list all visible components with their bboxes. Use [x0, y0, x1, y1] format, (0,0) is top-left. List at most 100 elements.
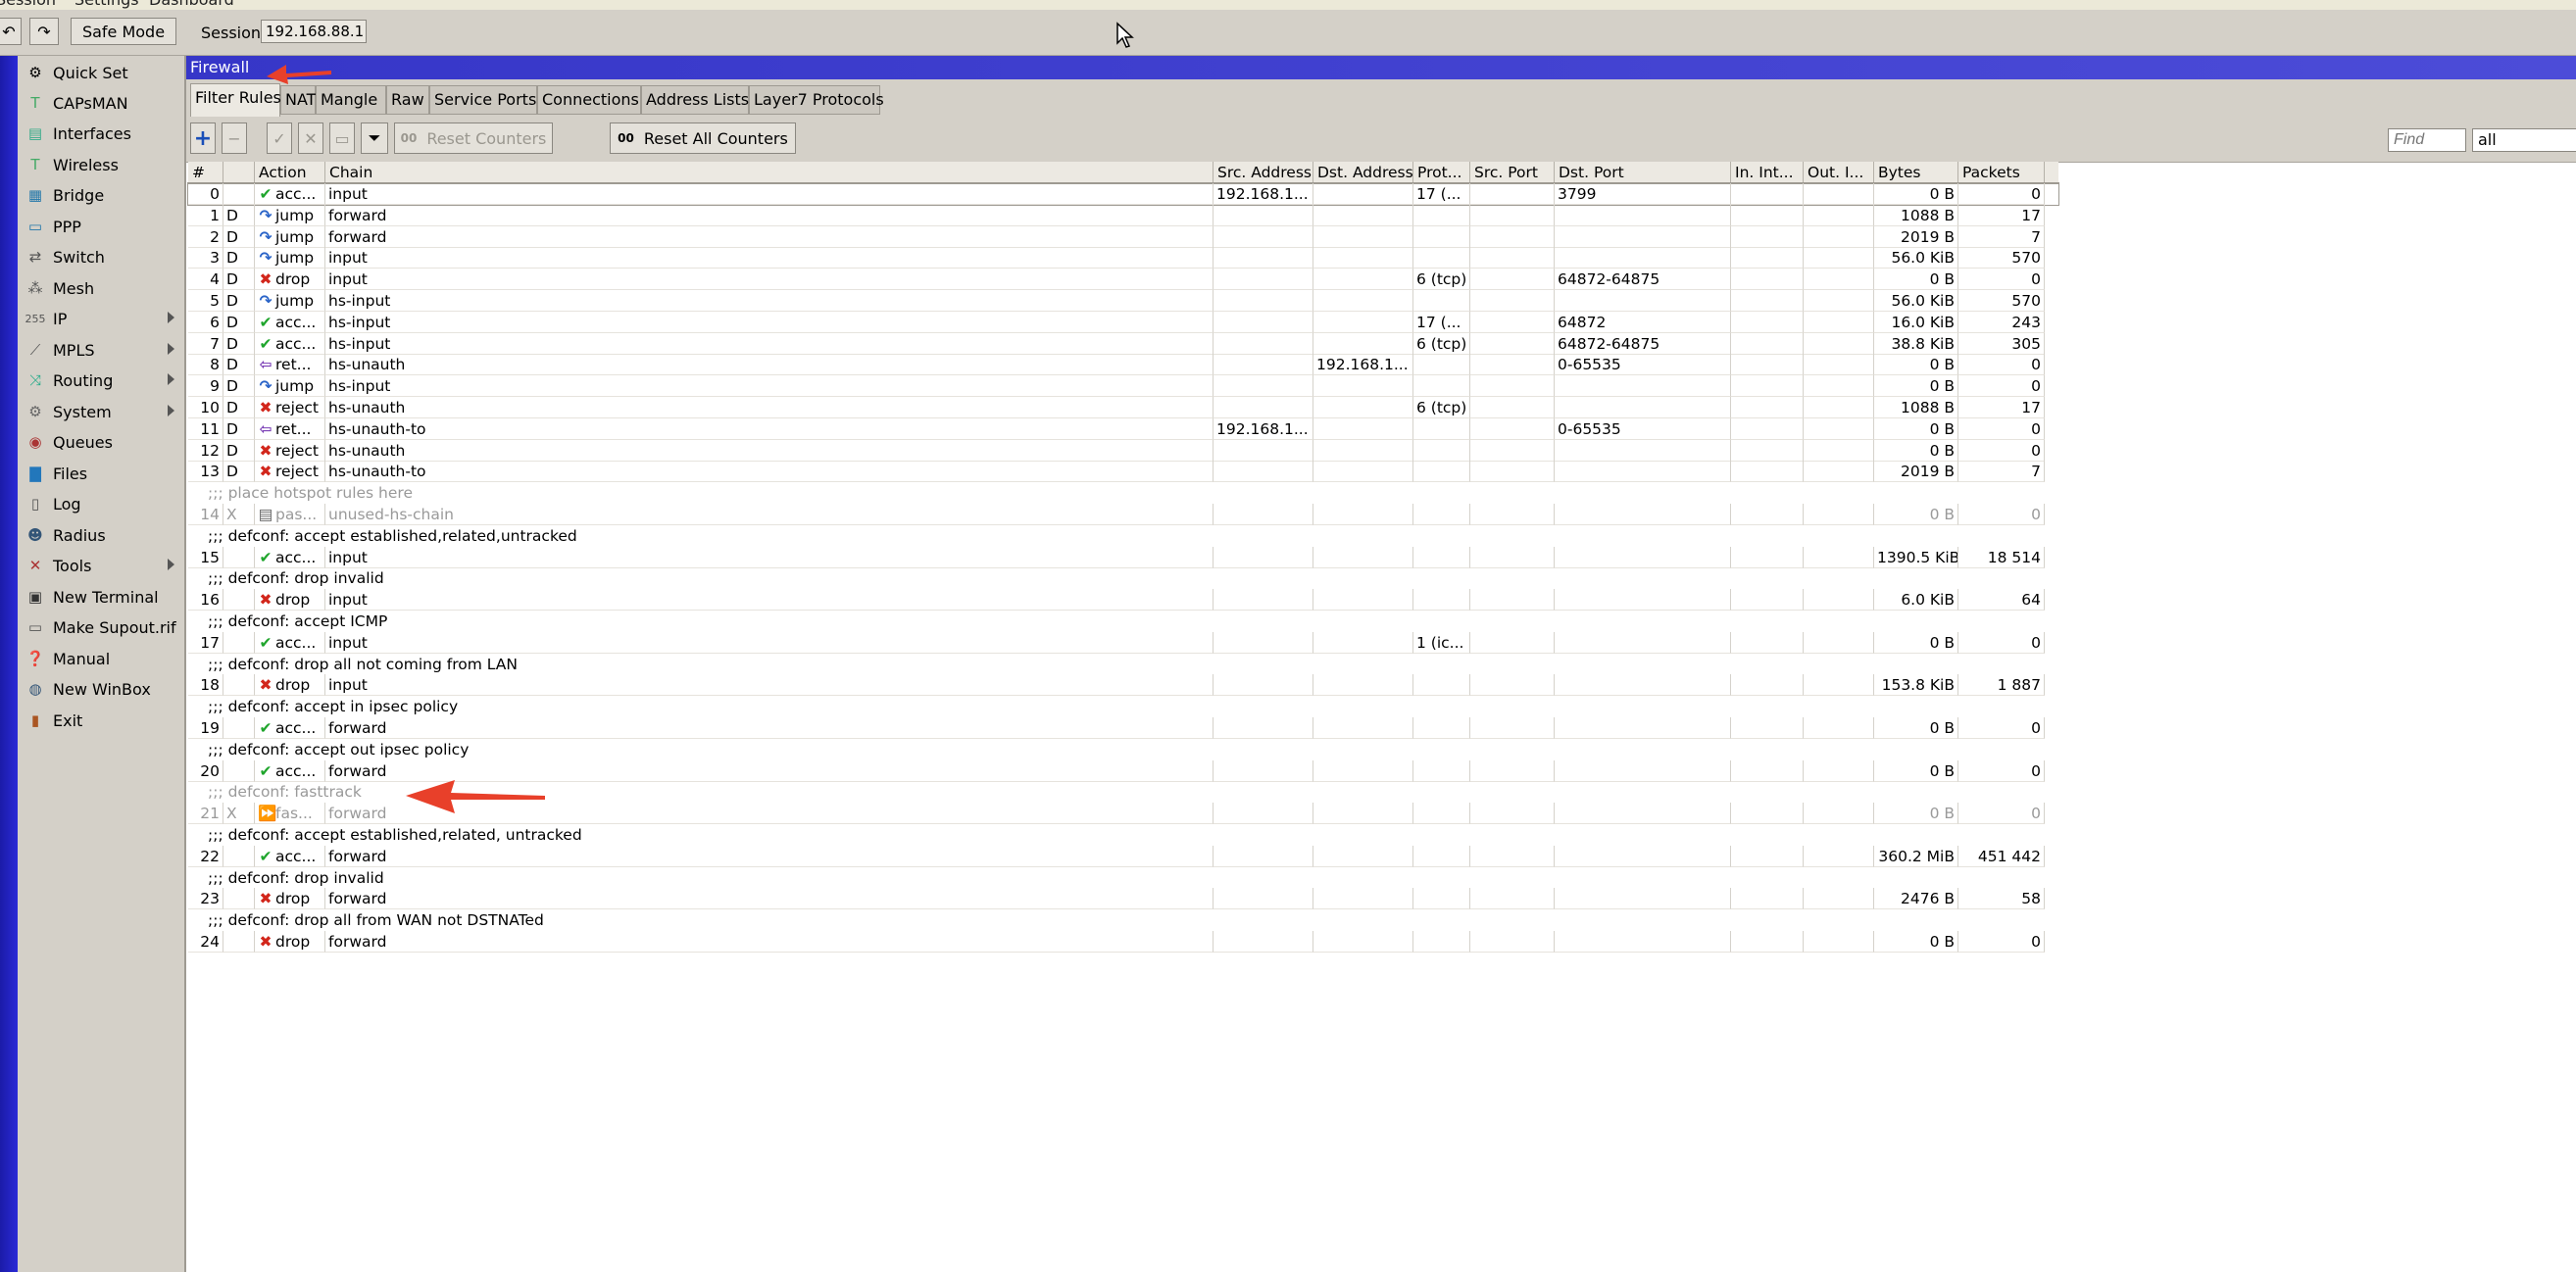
comment-row[interactable]: ;;; place hotspot rules here: [188, 482, 2058, 504]
col-packets[interactable]: Packets: [1958, 162, 2045, 183]
sidebar-item-files[interactable]: ▇ Files: [18, 459, 184, 488]
table-row[interactable]: 3 D ↷ jump input 56.0 KiB 570: [188, 247, 2058, 269]
comment-row[interactable]: ;;; defconf: accept ICMP: [188, 611, 2058, 632]
col-out-interface[interactable]: Out. I...: [1804, 162, 1874, 183]
sidebar-item-wireless[interactable]: T Wireless: [18, 150, 184, 179]
col-protocol[interactable]: Prot...: [1413, 162, 1470, 183]
col-bytes[interactable]: Bytes: [1874, 162, 1958, 183]
comment-row[interactable]: ;;; defconf: accept in ipsec policy: [188, 696, 2058, 717]
table-row[interactable]: 10 D ✖ reject hs-unauth 6 (tcp) 1088 B 17: [188, 397, 2058, 418]
session-field[interactable]: 192.168.88.1: [261, 20, 367, 43]
tab-address-lists[interactable]: Address Lists: [641, 85, 749, 115]
comment-row[interactable]: ;;; defconf: drop invalid: [188, 867, 2058, 889]
table-row[interactable]: 24 ✖ drop forward 0 B0: [188, 931, 2058, 953]
col-in-interface[interactable]: In. Int...: [1731, 162, 1804, 183]
table-row[interactable]: 6 D ✔ acc... hs-input 17 (... 64872 16.0 KiB 243: [188, 311, 2058, 333]
table-header: # Action Chain Src. Address Dst. Address…: [188, 162, 2058, 184]
menu-settings[interactable]: Settings: [74, 0, 139, 9]
sidebar-item-system[interactable]: ⚙ System: [18, 397, 184, 426]
enable-button[interactable]: ✓: [267, 122, 292, 154]
tab-filter-rules[interactable]: Filter Rules: [190, 83, 281, 117]
sidebar-item-new-winbox[interactable]: ◍ New WinBox: [18, 674, 184, 704]
tab-nat[interactable]: NAT: [280, 85, 316, 115]
sidebar-item-queues[interactable]: ◉ Queues: [18, 427, 184, 457]
table-row[interactable]: 4 D ✖ drop input 6 (tcp) 64872-64875 0 B0: [188, 269, 2058, 291]
safe-mode-button[interactable]: Safe Mode: [71, 18, 176, 45]
menu-dashboard[interactable]: Dashboard: [149, 0, 234, 9]
sidebar-item-tools[interactable]: ✕ Tools: [18, 551, 184, 580]
menu-session[interactable]: Session: [0, 0, 56, 9]
table-row[interactable]: 16 ✖ drop input 6.0 KiB 64: [188, 589, 2058, 612]
table-row[interactable]: 19 ✔ acc... forward 0 B0: [188, 717, 2058, 739]
reset-counters-button[interactable]: 00 Reset Counters: [394, 122, 553, 154]
tab-raw[interactable]: Raw: [386, 85, 429, 115]
remove-button[interactable]: −: [222, 122, 247, 154]
comment-row[interactable]: ;;; defconf: accept out ipsec policy: [188, 739, 2058, 760]
col-chain[interactable]: Chain: [325, 162, 1214, 183]
reset-all-counters-button[interactable]: 00 Reset All Counters: [610, 122, 796, 154]
sidebar-item-switch[interactable]: ⇄ Switch: [18, 242, 184, 271]
tab-connections[interactable]: Connections: [537, 85, 641, 115]
table-row[interactable]: 1 D ↷ jump forward 1088 B 17: [188, 204, 2058, 226]
filter-select[interactable]: all: [2472, 128, 2576, 152]
undo-button[interactable]: ↶: [0, 18, 22, 45]
table-row[interactable]: 8 D ⇦ ret... hs-unauth 192.168.1... 0-65535 0 B…: [188, 354, 2058, 376]
action-label: reject: [275, 399, 320, 416]
table-row[interactable]: 11 D ⇦ ret... hs-unauth-to 192.168.1... 0-6553…: [188, 417, 2058, 440]
col-action[interactable]: Action: [255, 162, 325, 183]
comment-row[interactable]: ;;; defconf: accept established,related,…: [188, 525, 2058, 547]
sidebar-item-new-terminal[interactable]: ▣ New Terminal: [18, 582, 184, 612]
cell-flag: D: [223, 354, 255, 376]
cell-out-interface: [1804, 354, 1874, 376]
comment-button[interactable]: ▭: [329, 122, 355, 154]
sidebar-item-manual[interactable]: ❓ Manual: [18, 644, 184, 673]
tab-mangle[interactable]: Mangle: [316, 85, 386, 115]
comment-row[interactable]: ;;; defconf: drop invalid: [188, 567, 2058, 589]
table-row[interactable]: 15 ✔ acc... input 1390.5 KiB 18 514: [188, 546, 2058, 568]
col-src-address[interactable]: Src. Address: [1214, 162, 1313, 183]
col-dst-port[interactable]: Dst. Port: [1555, 162, 1731, 183]
sidebar-item-log[interactable]: ▯ Log: [18, 489, 184, 518]
col-flag[interactable]: [223, 162, 255, 183]
add-button[interactable]: +: [190, 122, 216, 154]
sidebar-item-make-supout[interactable]: ▭ Make Supout.rif: [18, 612, 184, 642]
sidebar-item-exit[interactable]: ▮ Exit: [18, 706, 184, 735]
table-row[interactable]: 17 ✔ acc... input 1 (ic... 0 B0: [188, 631, 2058, 654]
tab-layer7-protocols[interactable]: Layer7 Protocols: [749, 85, 884, 115]
sidebar-item-radius[interactable]: ☻ Radius: [18, 520, 184, 550]
table-row[interactable]: 12 D ✖ reject hs-unauth 0 B0: [188, 439, 2058, 462]
sidebar-item-mpls[interactable]: ⟋ MPLS: [18, 335, 184, 365]
comment-row[interactable]: ;;; defconf: drop all not coming from LA…: [188, 654, 2058, 675]
sidebar-item-capsman[interactable]: T CAPsMAN: [18, 88, 184, 118]
comment-row[interactable]: ;;; defconf: accept established,related,…: [188, 824, 2058, 846]
tab-service-ports[interactable]: Service Ports: [429, 85, 537, 115]
sidebar-item-routing[interactable]: ⤨ Routing: [18, 366, 184, 395]
sidebar-item-bridge[interactable]: ▦ Bridge: [18, 180, 184, 210]
col-src-port[interactable]: Src. Port: [1470, 162, 1555, 183]
col-dst-address[interactable]: Dst. Address: [1313, 162, 1413, 183]
table-row[interactable]: 22 ✔ acc... forward 360.2 MiB 451 442: [188, 845, 2058, 867]
table-row[interactable]: 13 D ✖ reject hs-unauth-to 2019 B7: [188, 461, 2058, 483]
sidebar-item-mesh[interactable]: ⁂ Mesh: [18, 273, 184, 303]
col-number[interactable]: #: [188, 162, 223, 183]
cell-src-address: [1214, 589, 1313, 612]
sidebar-item-ppp[interactable]: ▭ PPP: [18, 212, 184, 241]
table-row[interactable]: 5 D ↷ jump hs-input 56.0 KiB 570: [188, 290, 2058, 312]
redo-button[interactable]: ↷: [29, 18, 59, 45]
table-row[interactable]: 14 X ▤ pas... unused-hs-chain 0 B0: [188, 504, 2058, 525]
table-row[interactable]: 18 ✖ drop input 153.8 KiB 1 887: [188, 674, 2058, 697]
table-row[interactable]: 9 D ↷ jump hs-input 0 B0: [188, 375, 2058, 398]
table-row[interactable]: 7 D ✔ acc... hs-input 6 (tcp) 64872-64875 38.8 …: [188, 332, 2058, 355]
table-row[interactable]: 0 ✔ acc... input 192.168.1... 17 (... 3799 0 B0: [187, 182, 2059, 206]
cell-protocol: [1413, 204, 1470, 226]
find-input[interactable]: [2388, 128, 2466, 152]
table-row[interactable]: 2 D ↷ jump forward 2019 B7: [188, 225, 2058, 248]
disable-button[interactable]: ✕: [298, 122, 323, 154]
comment-row[interactable]: ;;; defconf: drop all from WAN not DSTNA…: [188, 909, 2058, 931]
sidebar-item-interfaces[interactable]: ▤ Interfaces: [18, 119, 184, 148]
table-row[interactable]: 23 ✖ drop forward 2476 B 58: [188, 888, 2058, 910]
sidebar-item-quick-set[interactable]: ⚙ Quick Set: [18, 58, 184, 87]
sidebar-item-ip[interactable]: 255 IP: [18, 304, 184, 333]
cell-packets: 0: [1958, 717, 2045, 739]
filter-button[interactable]: ⏷: [361, 122, 388, 154]
